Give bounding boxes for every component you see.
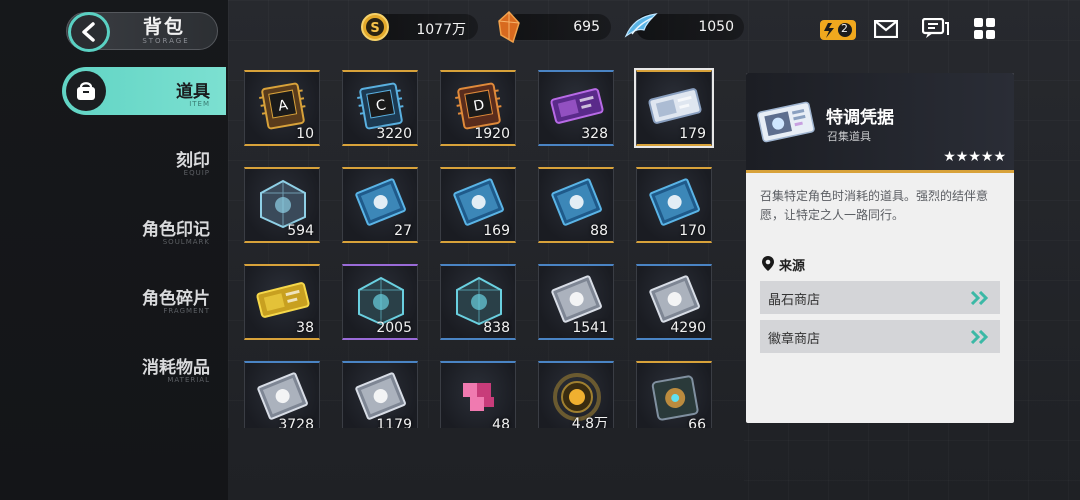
item-count: 328 <box>581 126 608 142</box>
nav-item-label: 道具 <box>176 82 210 102</box>
nav-item-sub: SOULMARK <box>162 238 210 246</box>
item-count: 179 <box>679 126 706 142</box>
source-crystal-shop-button[interactable]: 晶石商店 <box>760 281 1000 314</box>
nav-item-material[interactable]: 消耗物品 MATERIAL <box>0 345 228 395</box>
back-arrow-icon <box>82 22 95 42</box>
double-chevron-right-icon <box>970 330 989 344</box>
coin-value: 1077万 <box>416 22 466 38</box>
item-count: 4290 <box>670 320 706 336</box>
mail-icon[interactable] <box>873 19 899 42</box>
nav-item-sub: MATERIAL <box>167 376 210 384</box>
back-button[interactable] <box>68 12 110 52</box>
inventory-item[interactable]: D 1920 <box>440 70 516 146</box>
page-subtitle: STORAGE <box>142 37 190 45</box>
item-count: 27 <box>394 223 412 239</box>
item-count: 10 <box>296 126 314 142</box>
crystal-value: 695 <box>573 19 600 35</box>
item-count: 3220 <box>376 126 412 142</box>
inventory-item[interactable]: 1179 <box>342 361 418 430</box>
item-name: 特调凭据 <box>826 108 894 128</box>
source-label: 徽章商店 <box>768 332 821 347</box>
double-chevron-right-icon <box>970 291 989 305</box>
inventory-item[interactable]: 179 <box>634 68 714 148</box>
item-count: 1541 <box>572 320 608 336</box>
inventory-item[interactable]: 66 <box>636 361 712 430</box>
nav-item-item[interactable]: 道具 ITEM <box>0 69 228 119</box>
item-count: 1920 <box>474 126 510 142</box>
inventory-item[interactable]: 169 <box>440 167 516 243</box>
inventory-item[interactable]: 170 <box>636 167 712 243</box>
item-count: 170 <box>679 223 706 239</box>
svg-text:S: S <box>370 21 379 36</box>
item-detail-panel: 特调凭据 召集道具 ★★★★★ 召集特定角色时消耗的道具。强烈的结伴意愿，让特定… <box>746 73 1014 423</box>
nav-item-label: 角色碎片 <box>142 289 210 309</box>
nav-item-fragment[interactable]: 角色碎片 FRAGMENT <box>0 276 228 326</box>
inventory-item[interactable]: C 3220 <box>342 70 418 146</box>
nav-item-sub: ITEM <box>189 100 210 108</box>
item-count: 169 <box>483 223 510 239</box>
inventory-item[interactable]: 4.8万 <box>538 361 614 430</box>
crystal-shard-icon <box>496 10 522 47</box>
inventory-item[interactable]: 2005 <box>342 264 418 340</box>
inventory-item[interactable]: 594 <box>244 167 320 243</box>
source-label: 晶石商店 <box>768 293 821 308</box>
page-title: 背包 <box>142 16 185 38</box>
battery-badge[interactable]: 2 <box>820 19 858 45</box>
item-description: 召集特定角色时消耗的道具。强烈的结伴意愿，让特定之人一路同行。 <box>760 189 989 222</box>
detail-header: 特调凭据 召集道具 ★★★★★ <box>746 73 1014 173</box>
summon-ticket-icon <box>757 101 815 143</box>
chat-icon[interactable] <box>921 17 950 44</box>
inventory-item[interactable]: 3728 <box>244 361 320 430</box>
grid-clip-mask <box>228 428 744 500</box>
item-count: 838 <box>483 320 510 336</box>
inventory-item[interactable]: 27 <box>342 167 418 243</box>
item-type: 召集道具 <box>827 130 871 143</box>
inventory-item[interactable]: 328 <box>538 70 614 146</box>
item-count: 2005 <box>376 320 412 336</box>
inventory-item[interactable]: 4290 <box>636 264 712 340</box>
source-title: 来源 <box>779 259 806 274</box>
nav-item-label: 角色印记 <box>142 220 210 240</box>
inventory-item[interactable]: 48 <box>440 361 516 430</box>
inventory-item[interactable]: 1541 <box>538 264 614 340</box>
inventory-item[interactable]: 838 <box>440 264 516 340</box>
stamina-value: 1050 <box>698 19 734 35</box>
item-count: 38 <box>296 320 314 336</box>
menu-grid-icon[interactable] <box>974 18 996 44</box>
stamina-wing-icon <box>624 12 658 46</box>
location-pin-icon <box>762 256 774 271</box>
inventory-item[interactable]: 38 <box>244 264 320 340</box>
item-count: 594 <box>287 223 314 239</box>
nav-item-soulmark[interactable]: 角色印记 SOULMARK <box>0 207 228 257</box>
nav-item-sub: EQUIP <box>183 169 210 177</box>
nav-item-sub: FRAGMENT <box>163 307 210 315</box>
coin-icon: S <box>360 12 390 46</box>
inventory-item[interactable]: A 10 <box>244 70 320 146</box>
inventory-item[interactable]: 88 <box>538 167 614 243</box>
rarity-stars: ★★★★★ <box>943 149 1006 165</box>
nav-item-label: 消耗物品 <box>142 358 210 378</box>
nav-item-label: 刻印 <box>176 151 210 171</box>
nav-item-equip[interactable]: 刻印 EQUIP <box>0 138 228 188</box>
item-count: 88 <box>590 223 608 239</box>
source-badge-shop-button[interactable]: 徽章商店 <box>760 320 1000 353</box>
battery-count: 2 <box>841 22 848 35</box>
